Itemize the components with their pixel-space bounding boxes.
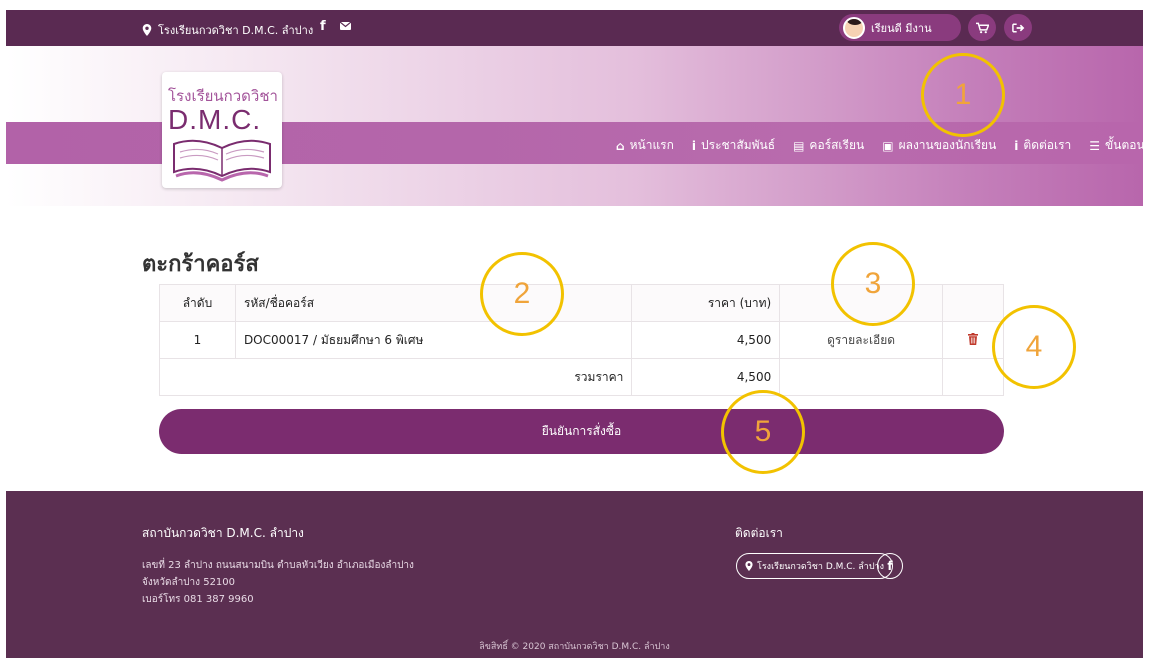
footer: สถาบันกวดวิชา D.M.C. ลำปาง เลขที่ 23 ลำป… [6,491,1143,658]
home-icon: ⌂ [616,138,625,153]
nav-home[interactable]: ⌂ หน้าแรก [616,136,674,155]
cart-button[interactable] [968,14,996,41]
header-index: ลำดับ [159,284,236,322]
phone-line: เบอร์โทร 081 387 9960 [142,594,254,605]
view-detail-link[interactable]: ดูรายละเอียด [779,321,944,359]
facebook-icon[interactable]: f [320,19,326,34]
facebook-icon[interactable]: f [877,553,903,579]
total-empty [942,358,1004,396]
nav-contact[interactable]: i ติดต่อเรา [1014,136,1071,155]
nav-label: หน้าแรก [629,138,674,152]
annotation-marker: 3 [831,242,915,326]
annotation-marker: 2 [480,252,564,336]
map-marker-icon [142,24,152,36]
address-line: เลขที่ 23 ลำปาง ถนนสนามบิน ตำบลหัวเวียง … [142,560,414,571]
address-line: จังหวัดลำปาง 52100 [142,577,236,588]
footer-location-button[interactable]: โรงเรียนกวดวิชา D.M.C. ลำปาง [736,553,893,579]
nav-news[interactable]: i ประชาสัมพันธ์ [692,136,775,155]
nav-courses[interactable]: ▤ คอร์สเรียน [793,136,864,155]
top-bar: โรงเรียนกวดวิชา D.M.C. ลำปาง f เรียนดี ม… [6,10,1143,46]
copyright: ลิขสิทธิ์ © 2020 สถาบันกวดวิชา D.M.C. ลำ… [479,642,670,652]
user-menu[interactable]: เรียนดี มีงาน [839,14,961,41]
sign-out-icon [1011,23,1024,32]
nav-label: คอร์สเรียน [809,138,865,152]
logo[interactable]: โรงเรียนกวดวิชา D.M.C. [162,72,282,188]
table-row: 1 DOC00017 / มัธยมศึกษา 6 พิเศษ 4,500 ดู… [159,321,1004,359]
row-index: 1 [159,321,236,359]
id-card-icon: ▣ [882,138,894,153]
header-course: รหัส/ชื่อคอร์ส [234,284,633,322]
logo-line2: D.M.C. [168,104,262,135]
logout-button[interactable] [1004,14,1032,41]
user-name: เรียนดี มีงาน [871,21,932,35]
info-icon: i [691,138,697,153]
trash-icon [968,332,979,345]
total-row: รวมราคา 4,500 [158,358,1004,396]
info-icon: i [1014,138,1019,153]
location-text: โรงเรียนกวดวิชา D.M.C. ลำปาง [158,24,314,37]
nav-label: ขั้นตอนการสมัครเรียน [1105,138,1143,152]
row-course: DOC00017 / มัธยมศึกษา 6 พิเศษ [234,321,633,359]
map-marker-icon [745,561,753,571]
nav-student-works[interactable]: ▣ ผลงานของนักเรียน [882,136,996,155]
contact-heading: ติดต่อเรา [735,526,783,540]
annotation-marker: 1 [921,53,1005,137]
confirm-order-button[interactable]: ยืนยันการสั่งซื้อ [159,409,1004,454]
nav-label: ประชาสัมพันธ์ [701,138,776,152]
cart-icon [975,22,989,33]
book-logo-icon [173,139,271,182]
total-empty [779,358,944,396]
total-label: รวมราคา [158,358,633,396]
avatar [843,16,865,39]
annotation-marker: 5 [721,390,805,474]
footer-address: เลขที่ 23 ลำปาง ถนนสนามบิน ตำบลหัวเวียง … [142,557,414,608]
envelope-icon[interactable] [340,22,351,30]
footer-heading: สถาบันกวดวิชา D.M.C. ลำปาง [142,526,304,540]
nav-label: ผลงานของนักเรียน [898,138,997,152]
location-link[interactable]: โรงเรียนกวดวิชา D.M.C. ลำปาง [142,21,313,39]
annotation-marker: 4 [992,305,1076,389]
page: โรงเรียนกวดวิชา D.M.C. ลำปาง f เรียนดี ม… [6,10,1143,658]
header-action [942,284,1004,322]
header-price: ราคา (บาท) [631,284,781,322]
nav-label: ติดต่อเรา [1023,138,1072,152]
page-title: ตะกร้าคอร์ส [142,252,259,277]
row-price: 4,500 [631,321,781,359]
main-nav: ⌂ หน้าแรก i ประชาสัมพันธ์ ▤ คอร์สเรียน ▣… [616,136,1143,155]
footer-location-label: โรงเรียนกวดวิชา D.M.C. ลำปาง [757,562,884,572]
nav-registration-steps[interactable]: ☰ ขั้นตอนการสมัครเรียน [1089,136,1143,155]
book-icon: ▤ [793,138,805,153]
list-icon: ☰ [1089,138,1101,153]
